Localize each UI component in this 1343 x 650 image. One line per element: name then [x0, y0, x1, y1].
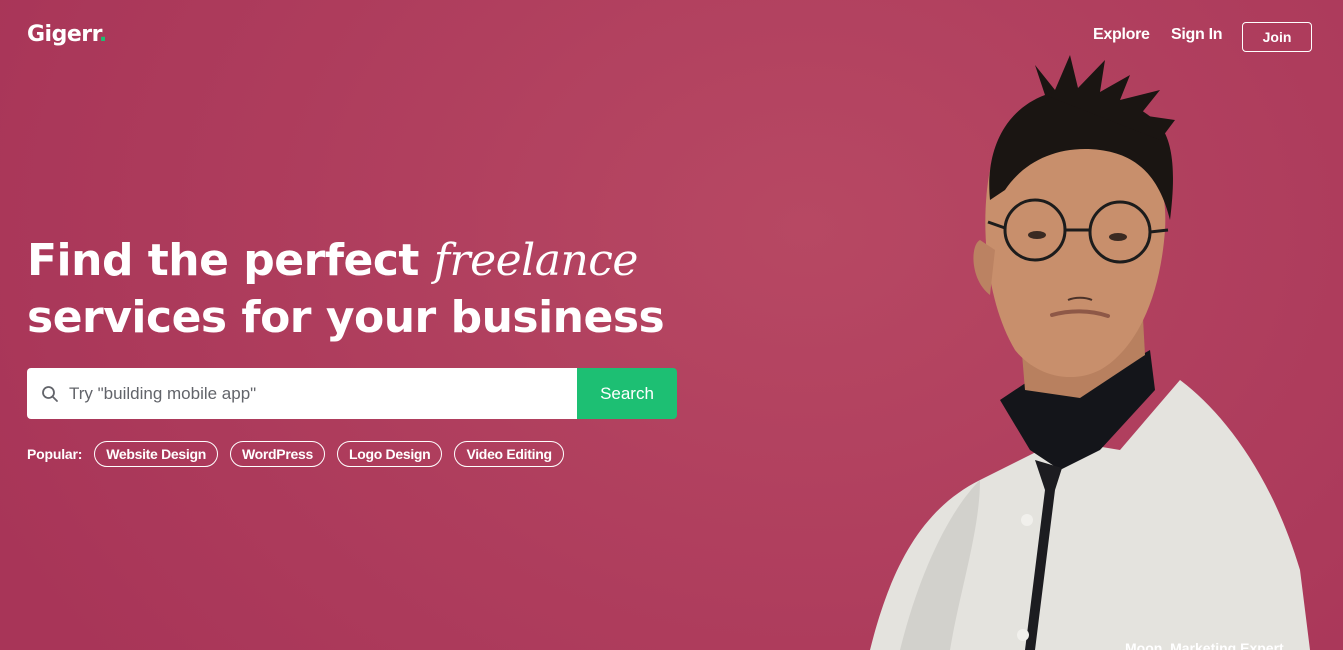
nav-explore-link[interactable]: Explore — [1093, 26, 1150, 44]
logo-text: Gigerr — [27, 22, 99, 47]
headline-part-2: services for your business — [27, 292, 665, 343]
hero-person-image — [870, 55, 1310, 650]
headline-part-1: Find the perfect — [27, 235, 434, 286]
popular-searches: Popular: Website Design WordPress Logo D… — [27, 441, 576, 467]
search-bar: Search — [27, 368, 677, 419]
logo[interactable]: Gigerr. — [27, 22, 107, 47]
join-button[interactable]: Join — [1242, 22, 1312, 52]
search-input-wrapper — [27, 368, 577, 419]
popular-tag-website-design[interactable]: Website Design — [94, 441, 218, 467]
popular-label: Popular: — [27, 446, 83, 462]
logo-dot: . — [98, 22, 107, 47]
popular-tag-video-editing[interactable]: Video Editing — [454, 441, 564, 467]
popular-tag-logo-design[interactable]: Logo Design — [336, 441, 443, 467]
nav-sign-in-link[interactable]: Sign In — [1171, 26, 1223, 44]
headline-italic: freelance — [433, 235, 639, 286]
search-input[interactable] — [61, 383, 577, 404]
search-button[interactable]: Search — [577, 368, 677, 419]
hero-caption: Moon, Marketing Expert — [1125, 640, 1284, 650]
search-icon — [41, 384, 61, 404]
popular-tag-wordpress[interactable]: WordPress — [229, 441, 325, 467]
hero-headline: Find the perfect freelance services for … — [27, 232, 727, 346]
